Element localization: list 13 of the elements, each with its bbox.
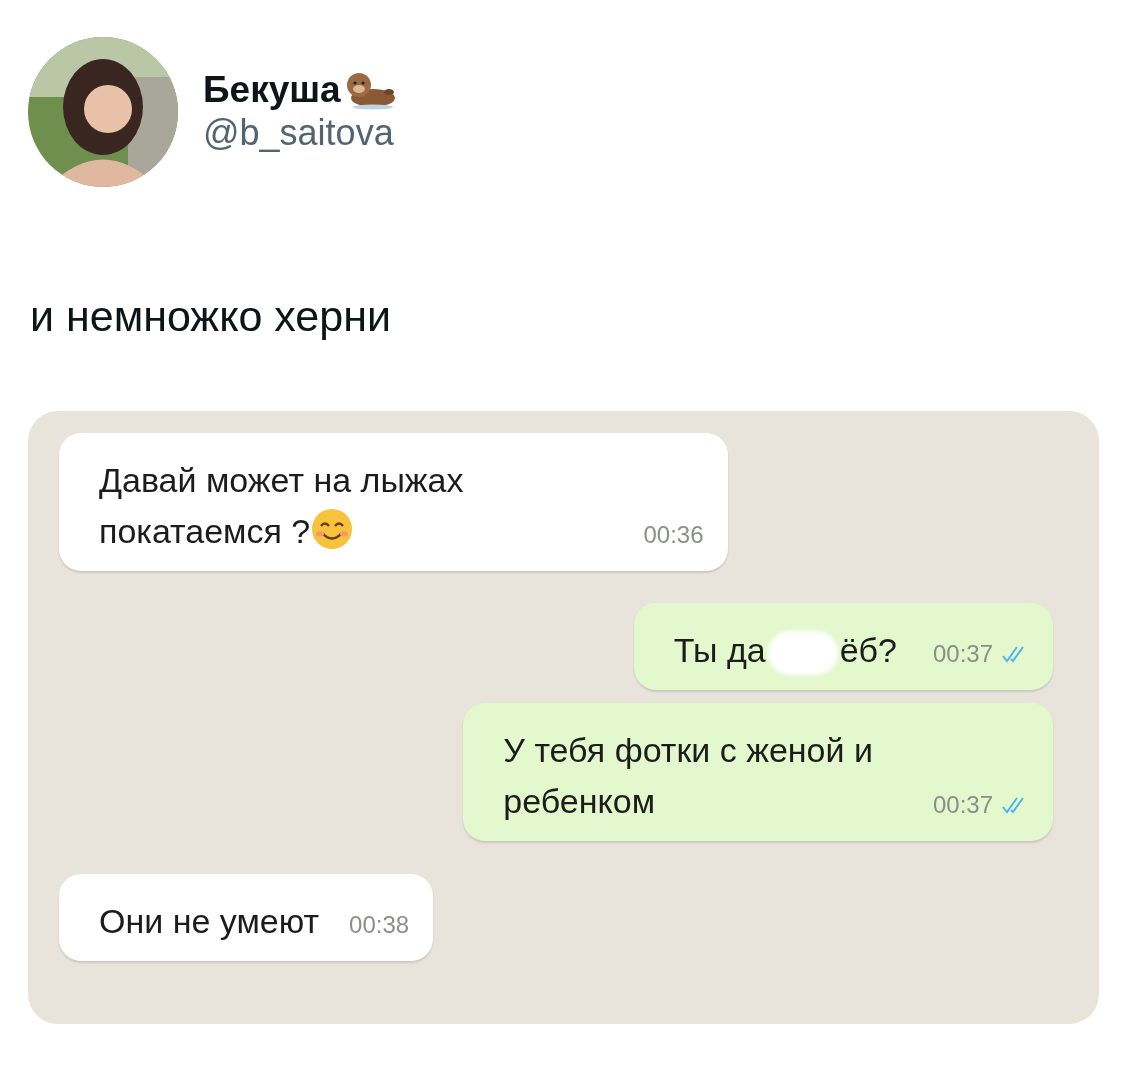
tweet-text: и немножко херни (30, 291, 392, 342)
message-text: Они не умеют (99, 900, 320, 942)
message-time: 00:37 (932, 641, 993, 666)
message-time: 00:36 (643, 522, 704, 547)
user-handle[interactable]: @b_saitova (203, 110, 397, 154)
display-name[interactable]: Бекуша (203, 70, 341, 111)
message-text: Давай может на лыжах покатаемся ? (99, 459, 464, 553)
otter-icon (344, 70, 397, 111)
message-text: У тебя фотки с женой и ребенком (503, 729, 873, 822)
censor-blot (767, 630, 838, 675)
message-text: Ты да ёб? (673, 624, 897, 676)
message-time: 00:38 (349, 912, 410, 937)
message-time: 00:37 (932, 792, 993, 817)
